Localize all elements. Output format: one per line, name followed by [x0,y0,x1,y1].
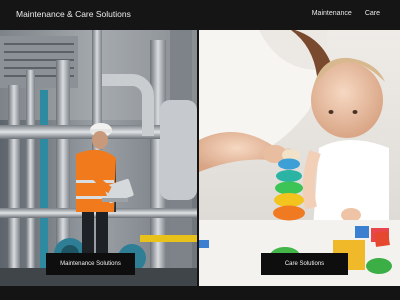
site-brand-title[interactable]: Maintenance & Care Solutions [16,9,131,19]
maintenance-hero-image: Maintenance Solutions [0,30,197,286]
nav-link-maintenance[interactable]: Maintenance [312,10,352,17]
industrial-worker-photo [0,30,197,286]
child-playing-photo [199,30,400,286]
nav-link-care[interactable]: Care [365,10,380,17]
top-navigation-bar: Maintenance & Care Solutions Maintenance… [0,0,400,30]
page-footer-strip [0,286,400,300]
main-nav: Maintenance Care [312,10,380,17]
maintenance-solutions-button[interactable]: Maintenance Solutions [46,253,135,275]
care-solutions-button[interactable]: Care Solutions [261,253,348,275]
care-hero-image: Care Solutions [199,30,400,286]
